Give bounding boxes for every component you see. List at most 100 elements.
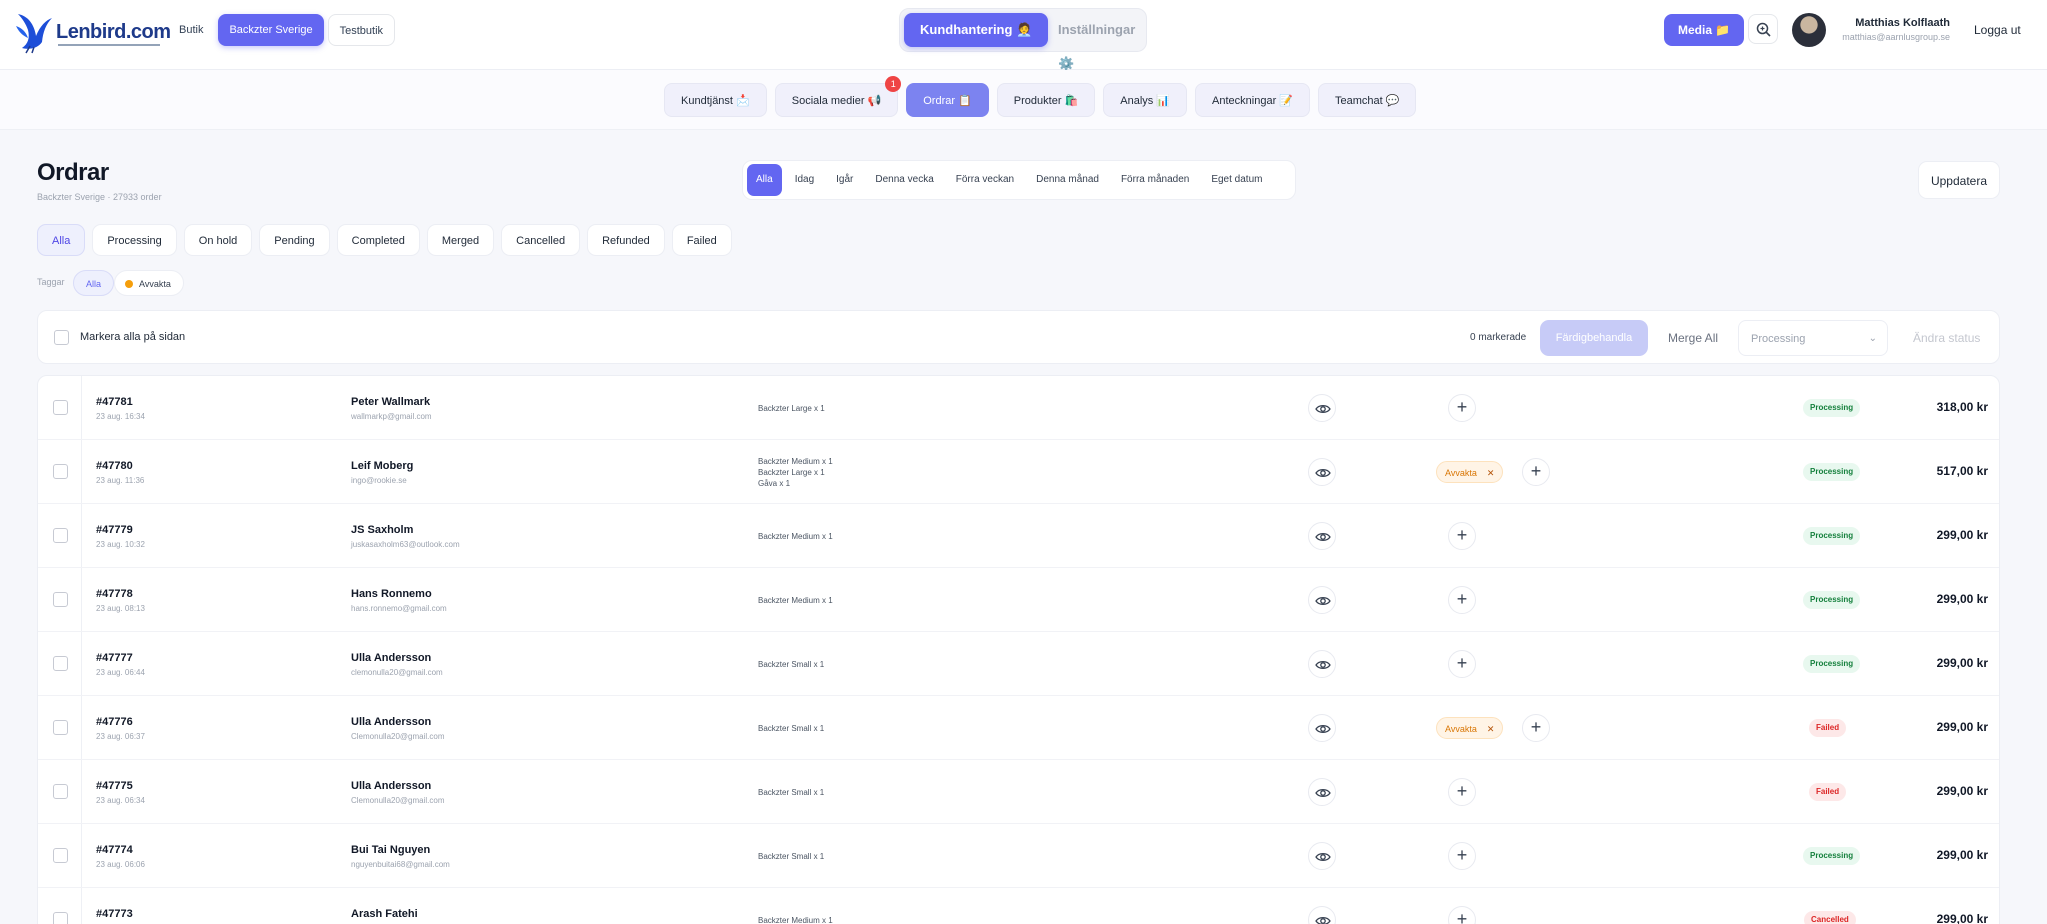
eye-icon	[1315, 724, 1331, 734]
add-tag-button[interactable]: +	[1448, 650, 1476, 678]
view-order-button[interactable]	[1308, 842, 1336, 870]
view-order-button[interactable]	[1308, 458, 1336, 486]
remove-tag-icon[interactable]: ✕	[1487, 724, 1495, 734]
shop-tab-backzter-sverige[interactable]: Backzter Sverige	[218, 14, 324, 46]
row-checkbox[interactable]	[53, 720, 68, 735]
row-checkbox[interactable]	[53, 592, 68, 607]
add-tag-button[interactable]: +	[1448, 778, 1476, 806]
tab-sociala-medier[interactable]: Sociala medier 📢 1	[774, 76, 902, 117]
media-button[interactable]: Media 📁	[1664, 14, 1745, 46]
tag-filter-avvakta[interactable]: Avvakta	[114, 270, 184, 296]
table-row[interactable]: #47777 23 aug. 06:44 Ulla Andersson clem…	[38, 632, 1999, 696]
tab-kundtjanst[interactable]: Kundtjänst 📩	[664, 83, 767, 117]
row-checkbox[interactable]	[53, 912, 68, 924]
order-number[interactable]: #47778	[96, 588, 133, 600]
shop-tab-testbutik[interactable]: Testbutik	[327, 14, 396, 46]
order-items: Backzter Small x 1	[758, 760, 824, 824]
status-badge: Processing	[1803, 399, 1861, 417]
table-row[interactable]: #47779 23 aug. 10:32 JS Saxholm juskasax…	[38, 504, 1999, 568]
row-checkbox[interactable]	[53, 400, 68, 415]
order-number[interactable]: #47773	[96, 908, 133, 920]
status-filter-pending[interactable]: Pending	[259, 224, 330, 256]
status-filter-cancelled[interactable]: Cancelled	[501, 224, 581, 256]
change-status-button[interactable]: Ändra status	[1913, 331, 1980, 345]
add-tag-button[interactable]: +	[1522, 458, 1550, 486]
view-order-button[interactable]	[1308, 394, 1336, 422]
date-filter-denna-manad[interactable]: Denna månad	[1027, 164, 1108, 196]
date-filter-forra-veckan[interactable]: Förra veckan	[947, 164, 1023, 196]
plus-icon: +	[1456, 397, 1468, 417]
status-filter-alla[interactable]: Alla	[37, 224, 86, 256]
date-filter-idag[interactable]: Idag	[786, 164, 823, 196]
mode-installningar[interactable]: Inställningar ⚙️	[1042, 13, 1151, 71]
tab-label: Ordrar 📋	[923, 95, 972, 107]
date-filter-denna-vecka[interactable]: Denna vecka	[866, 164, 942, 196]
order-number[interactable]: #47777	[96, 652, 133, 664]
status-select-value: Processing	[1751, 333, 1806, 345]
view-order-button[interactable]	[1308, 586, 1336, 614]
table-row[interactable]: #47773 Arash Fatehi Backzter Medium x 1 …	[38, 888, 1999, 924]
view-order-button[interactable]	[1308, 778, 1336, 806]
date-filter-eget-datum[interactable]: Eget datum	[1202, 164, 1271, 196]
merge-all-button[interactable]: Merge All	[1668, 331, 1718, 345]
order-number[interactable]: #47775	[96, 780, 133, 792]
mode-kundhantering[interactable]: Kundhantering 🧑‍💼	[904, 13, 1049, 47]
tab-teamchat[interactable]: Teamchat 💬	[1318, 83, 1417, 117]
add-tag-button[interactable]: +	[1448, 394, 1476, 422]
refresh-button[interactable]: Uppdatera	[1918, 161, 2000, 199]
tab-produkter[interactable]: Produkter 🛍️	[996, 83, 1096, 117]
view-order-button[interactable]	[1308, 906, 1336, 924]
status-filter-completed[interactable]: Completed	[336, 224, 420, 256]
status-filter-failed[interactable]: Failed	[671, 224, 732, 256]
logout-link[interactable]: Logga ut	[1974, 23, 2021, 37]
search-button[interactable]	[1748, 14, 1778, 44]
select-all-checkbox[interactable]	[54, 330, 69, 345]
add-tag-button[interactable]: +	[1448, 842, 1476, 870]
eye-icon	[1315, 468, 1331, 478]
tab-ordrar[interactable]: Ordrar 📋	[906, 83, 989, 117]
row-checkbox[interactable]	[53, 656, 68, 671]
table-row[interactable]: #47778 23 aug. 08:13 Hans Ronnemo hans.r…	[38, 568, 1999, 632]
status-filter-on-hold[interactable]: On hold	[183, 224, 253, 256]
table-row[interactable]: #47781 23 aug. 16:34 Peter Wallmark wall…	[38, 376, 1999, 440]
row-checkbox[interactable]	[53, 464, 68, 479]
status-select[interactable]: Processing ⌄	[1738, 320, 1888, 356]
avatar[interactable]	[1792, 13, 1826, 47]
view-order-button[interactable]	[1308, 650, 1336, 678]
order-number[interactable]: #47774	[96, 844, 133, 856]
lenbird-logo[interactable]: Lenbird.com	[14, 6, 171, 56]
table-row[interactable]: #47774 23 aug. 06:06 Bui Tai Nguyen nguy…	[38, 824, 1999, 888]
table-row[interactable]: #47775 23 aug. 06:34 Ulla Andersson Clem…	[38, 760, 1999, 824]
tab-anteckningar[interactable]: Anteckningar 📝	[1195, 83, 1310, 117]
date-filter-alla[interactable]: Alla	[747, 164, 782, 196]
order-item: Gåva x 1	[758, 478, 791, 488]
view-order-button[interactable]	[1308, 714, 1336, 742]
order-number[interactable]: #47781	[96, 396, 133, 408]
add-tag-button[interactable]: +	[1522, 714, 1550, 742]
row-checkbox[interactable]	[53, 848, 68, 863]
order-number[interactable]: #47776	[96, 716, 133, 728]
shop-tab-butik[interactable]: Butik	[168, 14, 214, 46]
status-filter-processing[interactable]: Processing	[92, 224, 177, 256]
date-filter-igar[interactable]: Igår	[827, 164, 862, 196]
module-nav: Kundtjänst 📩 Sociala medier 📢 1 Ordrar 📋 …	[664, 76, 1417, 117]
row-checkbox[interactable]	[53, 528, 68, 543]
tab-analys[interactable]: Analys 📊	[1103, 83, 1188, 117]
order-amount: 299,00 kr	[1936, 848, 1988, 862]
status-filter-merged[interactable]: Merged	[426, 224, 495, 256]
add-tag-button[interactable]: +	[1448, 586, 1476, 614]
date-filter-forra-manaden[interactable]: Förra månaden	[1112, 164, 1198, 196]
order-number[interactable]: #47779	[96, 524, 133, 536]
add-tag-button[interactable]: +	[1448, 522, 1476, 550]
customer-email: Clemonulla20@gmail.com	[351, 732, 445, 741]
status-filter-refunded[interactable]: Refunded	[587, 224, 665, 256]
finish-button[interactable]: Färdigbehandla	[1540, 320, 1648, 356]
table-row[interactable]: #47780 23 aug. 11:36 Leif Moberg ingo@ro…	[38, 440, 1999, 504]
remove-tag-icon[interactable]: ✕	[1487, 468, 1495, 478]
row-checkbox[interactable]	[53, 784, 68, 799]
add-tag-button[interactable]: +	[1448, 906, 1476, 924]
table-row[interactable]: #47776 23 aug. 06:37 Ulla Andersson Clem…	[38, 696, 1999, 760]
tag-filter-alla[interactable]: Alla	[73, 270, 115, 296]
view-order-button[interactable]	[1308, 522, 1336, 550]
order-number[interactable]: #47780	[96, 460, 133, 472]
